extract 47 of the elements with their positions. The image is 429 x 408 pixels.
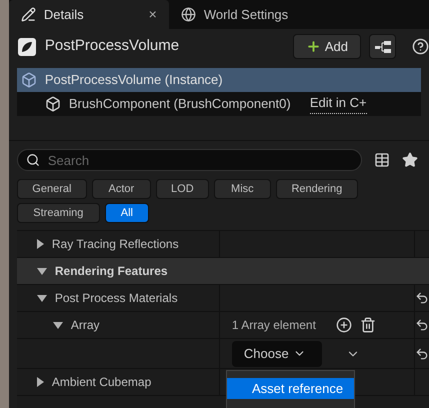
panel-tab[interactable]: World Settings	[168, 0, 300, 30]
filter-button[interactable]: Rendering	[276, 179, 358, 199]
add-button[interactable]: Add	[292, 34, 361, 60]
star-icon[interactable]	[402, 152, 418, 168]
help-icon[interactable]	[412, 38, 429, 56]
reset-icon[interactable]	[414, 346, 429, 360]
filter-button[interactable]: All	[104, 203, 149, 223]
table-icon[interactable]	[374, 152, 390, 168]
plus-icon	[306, 39, 321, 54]
globe-icon	[180, 7, 196, 22]
property-value: 1 Array element	[232, 317, 316, 334]
property-label: Array	[70, 317, 100, 334]
hierarchy-button[interactable]	[369, 34, 396, 60]
filter-button[interactable]: Actor	[92, 179, 151, 199]
property-label: Ambient Cubemap	[52, 374, 152, 391]
cube-icon	[44, 96, 61, 112]
volume-icon	[16, 36, 37, 57]
cube-icon	[20, 72, 37, 88]
filter-button[interactable]: LOD	[156, 179, 209, 199]
property-label: Ray Tracing Reflections	[52, 236, 179, 253]
category-label: Rendering Features	[54, 263, 168, 280]
expand-arrow-icon[interactable]	[36, 239, 44, 249]
hierarchy-icon	[374, 40, 390, 53]
filter-button[interactable]: Streaming	[16, 203, 100, 223]
menu-item[interactable]: Asset reference	[227, 378, 354, 399]
add-element-icon[interactable]	[336, 317, 352, 333]
filter-button[interactable]: General	[16, 179, 87, 199]
panel-tab[interactable]: Details ×	[8, 0, 169, 30]
reset-icon[interactable]	[414, 291, 429, 305]
component-row[interactable]: PostProcessVolume (Instance)	[16, 68, 421, 92]
collapse-arrow-icon[interactable]	[36, 294, 47, 302]
reset-icon[interactable]	[414, 318, 429, 332]
component-label: BrushComponent (BrushComponent0)	[68, 94, 292, 113]
filter-button[interactable]: Misc	[214, 179, 271, 199]
search-field[interactable]: Search	[16, 149, 362, 171]
search-icon	[26, 153, 40, 167]
pencil-icon	[20, 7, 36, 22]
actor-title: PostProcessVolume	[44, 36, 180, 56]
delete-icon[interactable]	[360, 317, 376, 333]
property-label: Post Process Materials	[54, 290, 178, 307]
collapse-arrow-icon[interactable]	[52, 322, 63, 328]
expand-arrow-icon[interactable]	[36, 377, 44, 387]
choose-dropdown[interactable]: Choose	[232, 340, 322, 366]
collapse-arrow-icon[interactable]	[36, 268, 47, 274]
category-row[interactable]: Rendering Features	[16, 258, 429, 285]
close-button[interactable]: ×	[148, 4, 157, 26]
edit-link[interactable]: Edit in C+	[310, 93, 367, 114]
